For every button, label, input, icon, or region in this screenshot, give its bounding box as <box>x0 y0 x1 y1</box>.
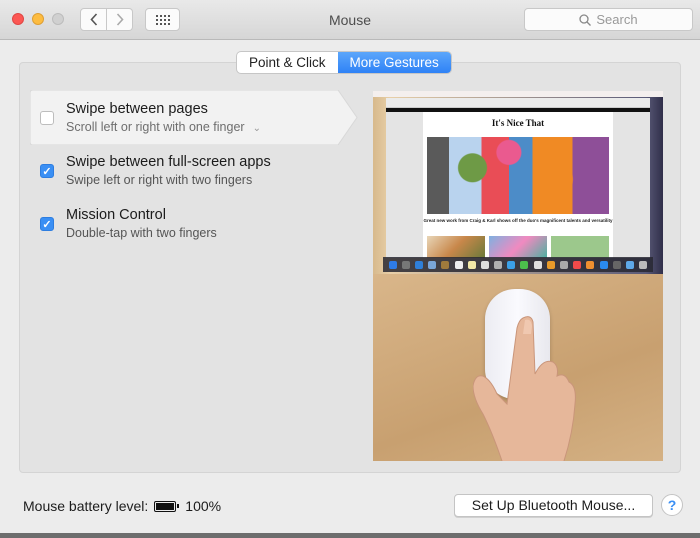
tab-point-and-click[interactable]: Point & Click <box>237 52 338 73</box>
option-mission-control[interactable]: ✓ Mission Control Double-tap with two fi… <box>30 197 360 249</box>
option-title: Swipe between pages <box>66 101 208 117</box>
preview-website: It's Nice That Great new work from Craig… <box>423 112 613 258</box>
title-bar: Mouse Search <box>0 0 700 40</box>
preview-screen: It's Nice That Great new work from Craig… <box>373 91 663 274</box>
search-icon <box>579 13 592 26</box>
battery-icon <box>154 500 180 512</box>
battery-status: Mouse battery level: 100% <box>23 498 221 514</box>
option-swipe-between-full-screen-apps[interactable]: ✓ Swipe between full-screen apps Swipe l… <box>30 144 360 196</box>
mouse-preferences-window: Mouse Search Point & Click More Gestures… <box>0 0 700 538</box>
help-button[interactable]: ? <box>661 494 683 516</box>
gesture-preview-video: It's Nice That Great new work from Craig… <box>373 91 663 461</box>
option-title: Swipe between full-screen apps <box>66 154 271 170</box>
tab-bar: Point & Click More Gestures <box>237 52 451 73</box>
hand-image <box>473 316 576 461</box>
checkmark-icon: ✓ <box>42 218 52 231</box>
option-subtitle: Swipe left or right with two fingers <box>66 173 253 187</box>
option-subtitle-dropdown[interactable]: Scroll left or right with one finger ⌄ <box>66 120 261 134</box>
preview-dock <box>383 257 653 272</box>
preview-menubar <box>373 91 663 97</box>
battery-label: Mouse battery level: <box>23 498 149 514</box>
option-subtitle: Scroll left or right with one finger <box>66 120 245 134</box>
swipe-between-pages-checkbox[interactable] <box>40 111 54 125</box>
preview-site-title: It's Nice That <box>491 118 545 128</box>
swipe-full-screen-apps-checkbox[interactable]: ✓ <box>40 164 54 178</box>
window-bottom-edge <box>0 533 700 538</box>
preview-thumbnails <box>427 236 609 258</box>
option-subtitle: Double-tap with two fingers <box>66 226 217 240</box>
chevron-down-icon: ⌄ <box>252 123 261 134</box>
search-field[interactable]: Search <box>524 8 693 31</box>
checkmark-icon: ✓ <box>42 165 52 178</box>
tab-more-gestures[interactable]: More Gestures <box>337 52 451 73</box>
mission-control-checkbox[interactable]: ✓ <box>40 217 54 231</box>
search-placeholder: Search <box>596 12 638 27</box>
option-title: Mission Control <box>66 207 166 223</box>
preview-browser-window: It's Nice That Great new work from Craig… <box>386 98 650 258</box>
option-swipe-between-pages[interactable]: Swipe between pages Scroll left or right… <box>30 91 360 143</box>
battery-percent: 100% <box>185 498 222 514</box>
preview-artwork <box>427 137 609 214</box>
setup-bluetooth-mouse-button[interactable]: Set Up Bluetooth Mouse... <box>454 494 653 517</box>
preview-caption: Great new work from Craig & Karl shows o… <box>423 218 613 223</box>
preview-desk <box>373 274 663 461</box>
